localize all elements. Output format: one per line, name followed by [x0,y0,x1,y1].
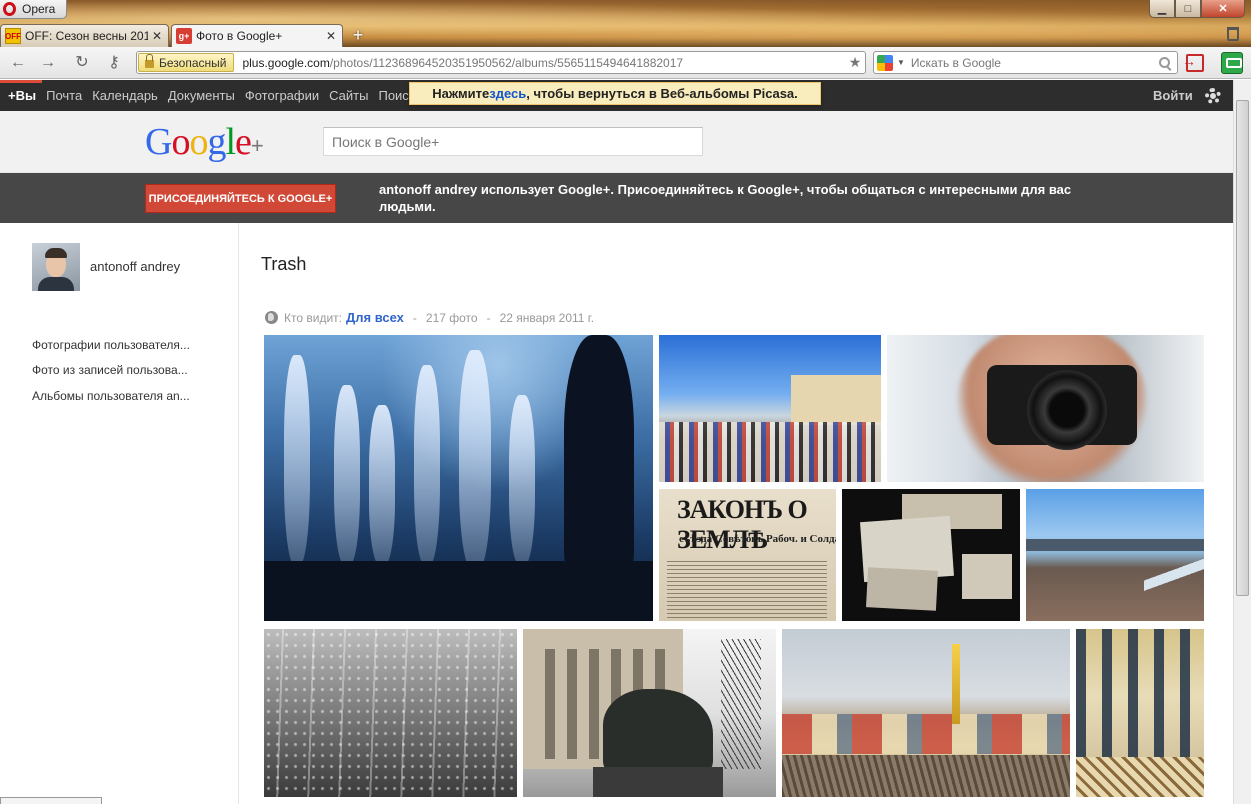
search-placeholder: Поиск в Google+ [332,133,440,150]
address-toolbar: ← → ↻ ⚷ Безопасный plus.google.com/photo… [0,47,1251,79]
tab-off-season[interactable]: OFF OFF: Сезон весны 2012 ✕ [0,24,169,47]
forward-arrow-icon[interactable]: → [38,53,58,73]
gbar-item-mail[interactable]: Почта [46,88,82,103]
close-window-button[interactable]: ✕ [1201,0,1245,18]
photo-thumbnail-embankment[interactable] [1026,489,1204,621]
key-icon[interactable]: ⚷ [104,53,124,73]
sign-in-link[interactable]: Войти [1153,88,1193,103]
notice-text-before: Нажмите [432,86,490,101]
logo-letter: o [171,121,190,163]
logo-plus: + [250,133,264,158]
album-title: Trash [261,254,307,274]
gbar-item-you[interactable]: +Вы [8,88,36,103]
join-google-plus-button[interactable]: ПРИСОЕДИНЯЙТЕСЬ К GOOGLE+ [145,184,336,213]
tab-label: OFF: Сезон весны 2012 [25,29,148,43]
reload-icon[interactable]: ↻ [72,53,92,73]
photo-thumbnail-camera[interactable] [887,335,1204,482]
avatar[interactable] [32,243,80,291]
security-label: Безопасный [159,55,227,70]
join-banner-text: antonoff andrey использует Google+. Прис… [379,182,1072,214]
globe-icon [265,311,278,324]
newspaper-headline: ЗАКОНЪ О ЗЕМЛѢ [677,495,808,554]
logo-letter: g [207,121,226,163]
notice-text-after: , чтобы вернуться в Веб-альбомы Picasa. [526,86,798,101]
browser-search-field[interactable]: ▼ Искать в Google [873,51,1178,74]
window-controls: ▁ □ ✕ [1149,0,1245,18]
search-icon[interactable] [1159,57,1170,68]
visibility-label: Кто видит: [284,310,342,325]
closed-tabs-trash-icon[interactable] [1227,27,1239,41]
logo-letter: o [189,121,208,163]
google-plus-search-input[interactable]: Поиск в Google+ [323,127,703,156]
gbar-item-search[interactable]: Поис [378,88,408,103]
gbar-item-calendar[interactable]: Календарь [92,88,158,103]
picasa-return-notice: Нажмите здесь, чтобы вернуться в Веб-аль… [409,82,821,105]
browser-search-placeholder: Искать в Google [910,55,1001,70]
google-plus-logo[interactable]: Google+ [145,116,264,168]
opera-menu-label: Opera [22,2,56,16]
logo-letter: l [225,121,236,163]
gbar-links: +Вы Почта Календарь Документы Фотографии… [8,80,419,111]
gear-icon[interactable] [1205,88,1221,104]
lock-icon [145,54,154,68]
photo-thumbnail-admiralty-view[interactable] [782,629,1070,797]
gbar-item-sites[interactable]: Сайты [329,88,368,103]
minimize-button[interactable]: ▁ [1149,0,1175,18]
album-meta: Кто видит: Для всех - 217 фото - 22 янва… [265,310,594,325]
url-path: /photos/112368964520351950562/albums/556… [329,55,684,70]
meta-separator: - [412,310,417,325]
maximize-button[interactable]: □ [1175,0,1201,18]
visibility-value-link[interactable]: Для всех [346,310,404,325]
status-tooltip-edge [0,797,102,804]
tab-label: Фото в Google+ [196,29,283,43]
sidebar-item-post-photos[interactable]: Фото из записей пользова... [32,363,212,377]
tab-close-icon[interactable]: ✕ [152,29,162,43]
user-name[interactable]: antonoff andrey [90,259,180,274]
url-text[interactable]: plus.google.com/photos/11236896452035195… [242,56,845,70]
back-arrow-icon[interactable]: ← [8,53,28,73]
url-host: plus.google.com [242,55,330,70]
photo-thumbnail-rain-glass[interactable] [264,629,517,797]
photo-thumbnail-colonnade[interactable] [1076,629,1204,797]
photo-thumbnail-fountain[interactable] [264,335,653,621]
tab-close-icon[interactable]: ✕ [326,29,336,43]
gbar-item-photos[interactable]: Фотографии [245,88,319,103]
exit-icon[interactable] [1182,53,1204,72]
off-favicon-icon: OFF [5,28,21,44]
tab-google-plus-photos[interactable]: g+ Фото в Google+ ✕ [171,24,343,47]
google-plus-favicon-icon: g+ [176,28,192,44]
chevron-down-icon[interactable]: ▼ [897,58,905,67]
address-field[interactable]: Безопасный plus.google.com/photos/112368… [136,51,866,74]
meta-separator: - [486,310,491,325]
scrollbar-thumb[interactable] [1236,100,1249,596]
gbar-item-documents[interactable]: Документы [168,88,235,103]
opera-logo-icon [3,2,16,16]
google-engine-icon[interactable] [877,54,893,71]
profile-sidebar [0,223,239,804]
notice-link[interactable]: здесь [489,86,526,101]
opera-unite-icon[interactable] [1221,52,1243,74]
sidebar-item-user-albums[interactable]: Альбомы пользователя an... [32,389,212,403]
photo-thumbnail-equestrian-statue[interactable] [523,629,776,797]
opera-menu-button[interactable]: Opera [0,0,67,19]
bookmark-star-icon[interactable]: ★ [845,54,865,71]
logo-letter: e [235,121,252,163]
security-badge[interactable]: Безопасный [138,53,235,72]
newspaper-subheading: съѣзда Совѣтовъ Рабоч. и Солдат. Депутат… [679,533,836,545]
photo-thumbnail-documents[interactable] [842,489,1020,621]
photo-thumbnail-newspaper[interactable]: ЗАКОНЪ О ЗЕМЛѢ съѣзда Совѣтовъ Рабоч. и … [659,489,836,621]
photo-thumbnail-crowd[interactable] [659,335,881,482]
new-tab-icon[interactable]: + [349,26,367,45]
logo-letter: G [145,121,172,163]
page-scrollbar[interactable] [1233,80,1251,804]
photo-count: 217 фото [425,310,478,325]
sidebar-item-user-photos[interactable]: Фотографии пользователя... [32,338,212,352]
album-date: 22 января 2011 г. [499,310,595,325]
